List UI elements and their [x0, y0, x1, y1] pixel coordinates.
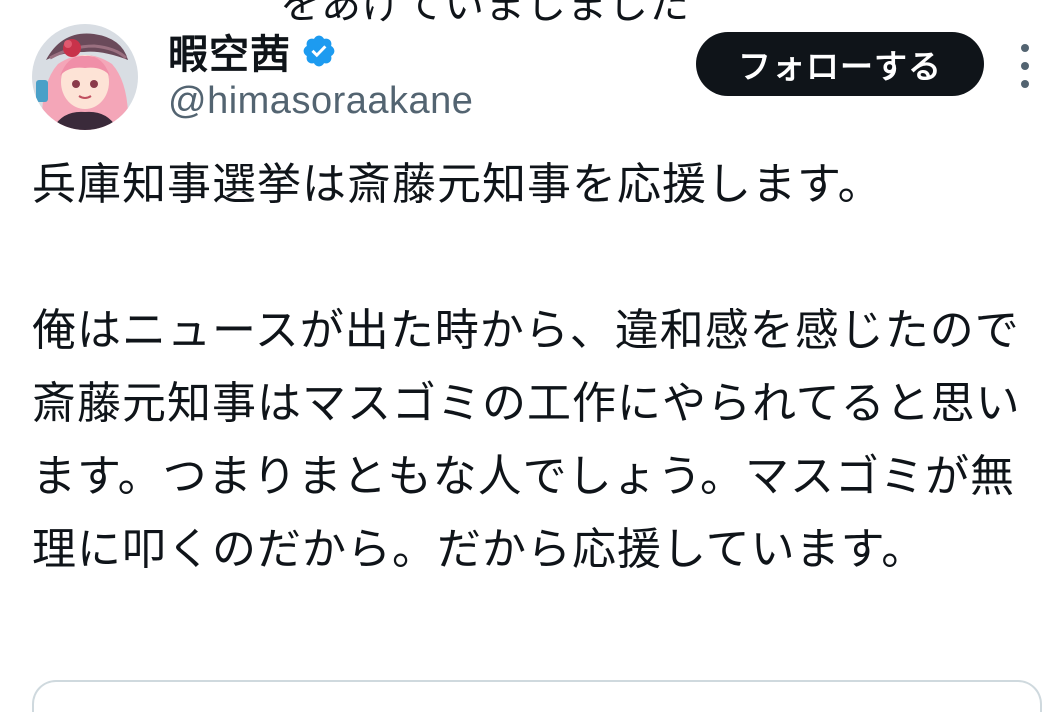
display-name[interactable]: 暇空茜	[168, 22, 291, 80]
tweet-header: 暇空茜 @himasoraakane フォローする	[32, 24, 1064, 134]
avatar-image	[32, 24, 138, 130]
dot	[1021, 62, 1029, 70]
avatar[interactable]	[32, 24, 138, 130]
dot	[1021, 44, 1029, 52]
tweet-text: 兵庫知事選挙は斎藤元知事を応援します。 俺はニュースが出た時から、違和感を感じた…	[32, 148, 1042, 586]
embedded-card-edge[interactable]	[32, 680, 1042, 712]
follow-button[interactable]: フォローする	[696, 32, 984, 96]
verified-badge-icon[interactable]	[301, 33, 337, 69]
dot	[1021, 80, 1029, 88]
more-options-icon[interactable]	[1010, 44, 1040, 88]
user-handle[interactable]: @himasoraakane	[168, 80, 473, 123]
tweet-paragraph-2: 俺はニュースが出た時から、違和感を感じたので斎藤元知事はマスゴミの工作にやられて…	[32, 305, 1021, 575]
tweet-line-1: 兵庫知事選挙は斎藤元知事を応援します。	[32, 159, 883, 210]
account-info: 暇空茜 @himasoraakane	[168, 26, 473, 123]
